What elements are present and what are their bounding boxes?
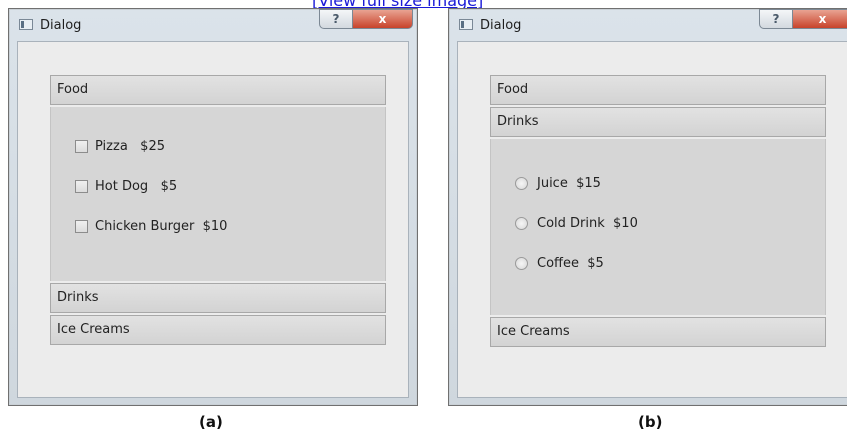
option-pizza[interactable]: Pizza $25 — [75, 139, 165, 154]
option-label: Hot Dog $5 — [95, 179, 178, 194]
dialog-client-area: Food Drinks Juice $15 Cold Drink $10 Cof… — [457, 41, 847, 398]
window-title: Dialog — [480, 18, 522, 33]
radio-button[interactable] — [515, 177, 528, 190]
window-icon — [459, 19, 473, 30]
option-hot-dog[interactable]: Hot Dog $5 — [75, 179, 177, 194]
figure-caption-a: (a) — [199, 413, 223, 431]
section-page-food: Pizza $25 Hot Dog $5 Chicken Burger $10 — [50, 107, 386, 281]
window-icon — [19, 19, 33, 30]
figure-caption-b: (b) — [638, 413, 663, 431]
section-header-food[interactable]: Food — [490, 75, 826, 105]
window-title: Dialog — [40, 18, 82, 33]
option-label: Pizza $25 — [95, 139, 165, 154]
section-header-food[interactable]: Food — [50, 75, 386, 105]
option-label: Juice $15 — [537, 176, 601, 191]
close-button[interactable]: x — [353, 9, 413, 29]
caption-buttons: ? x — [319, 9, 413, 31]
dialog-window-b: Dialog ? x Food Drinks Juice $15 Cold Dr… — [448, 8, 847, 406]
option-label: Coffee $5 — [537, 256, 604, 271]
radio-button[interactable] — [515, 257, 528, 270]
option-juice[interactable]: Juice $15 — [515, 176, 601, 191]
section-header-ice-creams[interactable]: Ice Creams — [490, 317, 826, 347]
option-chicken-burger[interactable]: Chicken Burger $10 — [75, 219, 227, 234]
checkbox[interactable] — [75, 220, 88, 233]
toolbox: Food Drinks Juice $15 Cold Drink $10 Cof… — [490, 75, 826, 349]
toolbox: Food Pizza $25 Hot Dog $5 Chicken Burger… — [50, 75, 386, 347]
option-label: Chicken Burger $10 — [95, 219, 228, 234]
caption-buttons: ? x — [759, 9, 847, 31]
title-bar[interactable]: Dialog ? x — [9, 9, 417, 41]
checkbox[interactable] — [75, 180, 88, 193]
help-button[interactable]: ? — [319, 9, 353, 29]
radio-button[interactable] — [515, 217, 528, 230]
checkbox[interactable] — [75, 140, 88, 153]
option-cold-drink[interactable]: Cold Drink $10 — [515, 216, 638, 231]
close-button[interactable]: x — [793, 9, 847, 29]
dialog-window-a: Dialog ? x Food Pizza $25 Hot Dog $5 Chi… — [8, 8, 418, 406]
help-button[interactable]: ? — [759, 9, 793, 29]
section-page-drinks: Juice $15 Cold Drink $10 Coffee $5 — [490, 139, 826, 315]
dialog-client-area: Food Pizza $25 Hot Dog $5 Chicken Burger… — [17, 41, 409, 398]
option-label: Cold Drink $10 — [537, 216, 638, 231]
section-header-drinks[interactable]: Drinks — [490, 107, 826, 137]
option-coffee[interactable]: Coffee $5 — [515, 256, 604, 271]
section-header-drinks[interactable]: Drinks — [50, 283, 386, 313]
section-header-ice-creams[interactable]: Ice Creams — [50, 315, 386, 345]
title-bar[interactable]: Dialog ? x — [449, 9, 847, 41]
